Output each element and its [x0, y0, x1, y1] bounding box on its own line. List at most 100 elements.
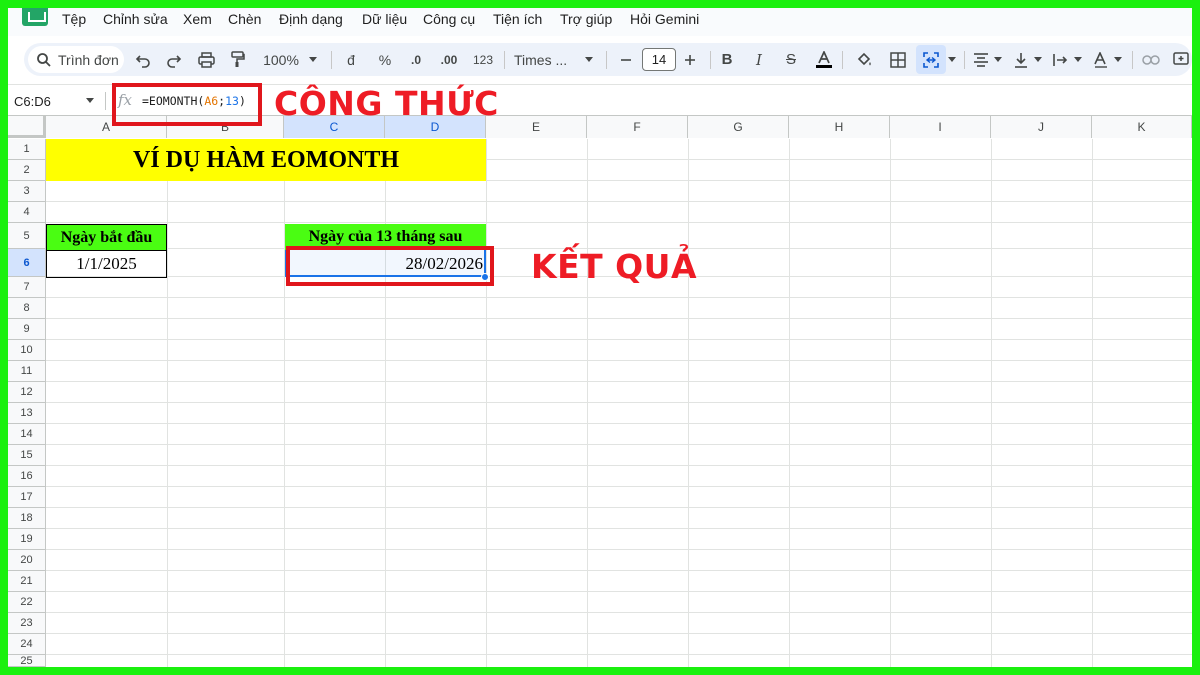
bold-button[interactable]: B	[716, 43, 738, 76]
column-header-e[interactable]: E	[486, 116, 587, 138]
row-header-11[interactable]: 11	[8, 361, 46, 382]
text-color-button[interactable]	[812, 43, 836, 76]
menu-file[interactable]: Tệp	[62, 11, 86, 27]
vertical-align-icon	[1015, 52, 1027, 68]
insert-link-button[interactable]	[1140, 43, 1162, 76]
number-format-button[interactable]: 123	[470, 43, 496, 76]
row-header-4[interactable]: 4	[8, 202, 46, 223]
text-wrap-icon	[1053, 53, 1068, 66]
vertical-align-dropdown-icon[interactable]	[1032, 43, 1044, 76]
grid-row-line	[46, 612, 1192, 613]
menu-edit[interactable]: Chỉnh sửa	[103, 11, 168, 27]
search-icon	[37, 52, 51, 67]
column-header-k[interactable]: K	[1092, 116, 1192, 138]
start-date-value-cell[interactable]: 1/1/2025	[46, 250, 167, 278]
row-header-22[interactable]: 22	[8, 592, 46, 613]
print-icon	[197, 51, 215, 68]
undo-button[interactable]	[132, 43, 154, 76]
print-button[interactable]	[195, 43, 217, 76]
row-header-19[interactable]: 19	[8, 529, 46, 550]
menu-data[interactable]: Dữ liệu	[362, 11, 407, 27]
column-header-g[interactable]: G	[688, 116, 789, 138]
menu-help[interactable]: Trợ giúp	[560, 11, 612, 27]
fill-color-button[interactable]	[852, 43, 876, 76]
text-wrap-button[interactable]	[1050, 43, 1072, 76]
row-header-24[interactable]: 24	[8, 634, 46, 655]
row-header-8[interactable]: 8	[8, 298, 46, 319]
row-header-16[interactable]: 16	[8, 466, 46, 487]
column-header-h[interactable]: H	[789, 116, 890, 138]
grid-row-line	[46, 297, 1192, 298]
currency-format-button[interactable]: đ	[340, 43, 362, 76]
column-header-f[interactable]: F	[587, 116, 688, 138]
sheets-logo-icon[interactable]	[22, 8, 48, 26]
row-header-3[interactable]: 3	[8, 181, 46, 202]
increase-font-size-button[interactable]	[680, 43, 700, 76]
zoom-value[interactable]: 100%	[258, 43, 304, 76]
decrease-font-size-button[interactable]	[616, 43, 636, 76]
select-all-corner[interactable]	[8, 116, 46, 138]
grid-column-line	[1092, 139, 1093, 667]
row-header-20[interactable]: 20	[8, 550, 46, 571]
menu-tools[interactable]: Công cụ	[423, 11, 475, 27]
font-family-select[interactable]: Times ...	[514, 43, 576, 76]
row-header-2[interactable]: 2	[8, 160, 46, 181]
zoom-dropdown-icon[interactable]	[306, 43, 320, 76]
menu-view[interactable]: Xem	[183, 11, 212, 27]
insert-comment-button[interactable]	[1170, 43, 1192, 76]
row-header-9[interactable]: 9	[8, 319, 46, 340]
row-header-25[interactable]: 25	[8, 655, 46, 667]
borders-button[interactable]	[886, 43, 910, 76]
text-rotation-dropdown-icon[interactable]	[1112, 43, 1124, 76]
row-header-7[interactable]: 7	[8, 277, 46, 298]
menu-search[interactable]: Trình đơn	[28, 46, 124, 73]
menu-format[interactable]: Định dạng	[279, 11, 343, 27]
row-header-14[interactable]: 14	[8, 424, 46, 445]
align-dropdown-icon[interactable]	[992, 43, 1004, 76]
italic-button[interactable]: I	[748, 43, 770, 76]
row-header-6[interactable]: 6	[8, 249, 46, 277]
horizontal-align-button[interactable]	[970, 43, 992, 76]
row-header-10[interactable]: 10	[8, 340, 46, 361]
column-header-i[interactable]: I	[890, 116, 991, 138]
name-box-dropdown-icon[interactable]	[86, 98, 94, 103]
column-header-j[interactable]: J	[991, 116, 1092, 138]
increase-decimal-button[interactable]: .00	[434, 43, 464, 76]
vertical-align-button[interactable]	[1010, 43, 1032, 76]
row-header-13[interactable]: 13	[8, 403, 46, 424]
merge-dropdown-icon[interactable]	[946, 43, 958, 76]
font-size-input[interactable]: 14	[642, 48, 676, 71]
title-cell[interactable]: VÍ DỤ HÀM EOMONTH	[46, 139, 486, 181]
menu-extensions[interactable]: Tiện ích	[493, 11, 542, 27]
text-rotation-button[interactable]	[1090, 43, 1112, 76]
text-wrap-dropdown-icon[interactable]	[1072, 43, 1084, 76]
grid-row-line	[46, 528, 1192, 529]
row-header-18[interactable]: 18	[8, 508, 46, 529]
row-header-17[interactable]: 17	[8, 487, 46, 508]
menu-search-label: Trình đơn	[58, 51, 119, 68]
percent-format-button[interactable]: %	[374, 43, 396, 76]
grid-row-line	[46, 381, 1192, 382]
grid-row-line	[46, 360, 1192, 361]
row-header-21[interactable]: 21	[8, 571, 46, 592]
row-header-23[interactable]: 23	[8, 613, 46, 634]
row-header-1[interactable]: 1	[8, 139, 46, 160]
decrease-decimal-button[interactable]: .0	[404, 43, 428, 76]
grid-row-line	[46, 465, 1192, 466]
undo-icon	[135, 54, 150, 68]
plus-icon	[685, 54, 695, 65]
paint-format-icon	[231, 51, 245, 67]
name-box[interactable]: C6:D6	[14, 94, 51, 109]
bold-icon: B	[721, 51, 733, 68]
menu-insert[interactable]: Chèn	[228, 11, 261, 27]
paint-format-button[interactable]	[227, 43, 249, 76]
start-date-label-cell[interactable]: Ngày bắt đầu	[46, 224, 167, 251]
grid-row-line	[46, 486, 1192, 487]
row-header-5[interactable]: 5	[8, 223, 46, 249]
row-header-12[interactable]: 12	[8, 382, 46, 403]
strikethrough-button[interactable]: S	[780, 43, 802, 76]
redo-button[interactable]	[163, 43, 185, 76]
font-family-dropdown-icon[interactable]	[582, 43, 596, 76]
row-header-15[interactable]: 15	[8, 445, 46, 466]
menu-gemini[interactable]: Hỏi Gemini	[630, 11, 699, 27]
